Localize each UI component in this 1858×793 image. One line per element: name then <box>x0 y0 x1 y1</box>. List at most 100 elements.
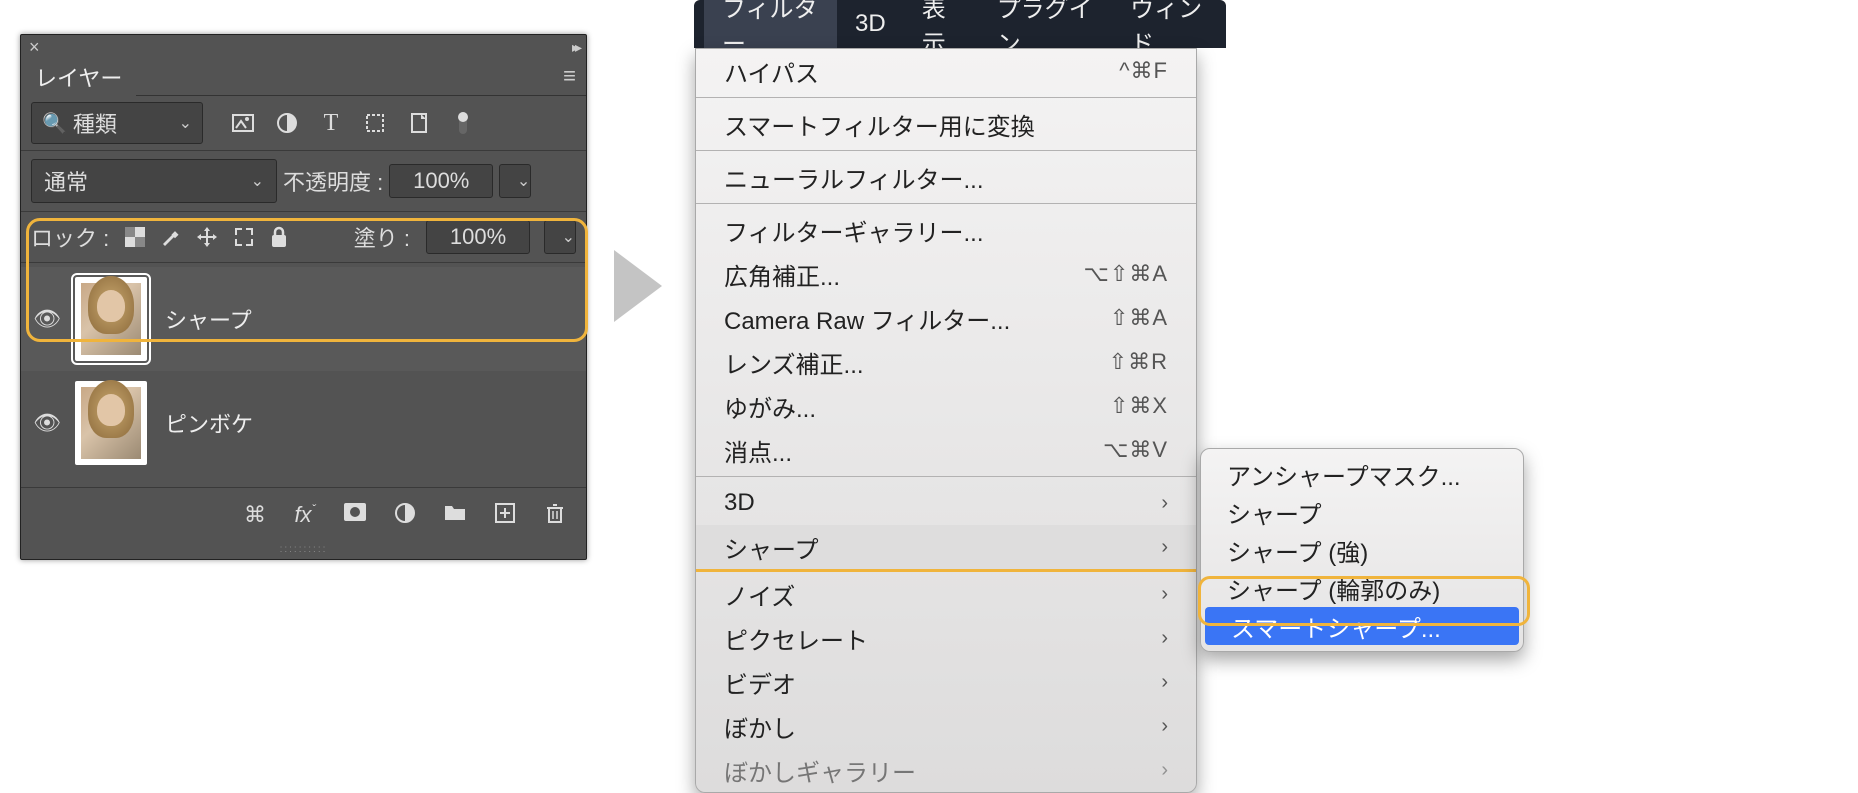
menu-item-label: ニューラルフィルター... <box>724 160 984 195</box>
new-layer-icon[interactable] <box>492 502 518 528</box>
delete-icon[interactable] <box>542 502 568 528</box>
chevron-down-icon: ⌄ <box>179 113 192 133</box>
filter-smart-icon[interactable] <box>407 111 431 135</box>
submenu-item[interactable]: シャープ <box>1201 493 1523 531</box>
submenu-item[interactable]: アンシャープマスク... <box>1201 455 1523 493</box>
menu-item-convert-smart[interactable]: スマートフィルター用に変換 <box>696 102 1196 146</box>
menu-shortcut: ⌥⇧⌘A <box>1084 261 1168 287</box>
opacity-value: 100% <box>413 168 469 194</box>
menu-item-label: スマートフィルター用に変換 <box>724 107 1035 142</box>
menu-item[interactable]: 消点... ⌥⌘V <box>696 428 1196 472</box>
layers-panel: × ▸▸ レイヤー ≡ 🔍 種類 ⌄ T 通常 ⌄ 不透明度 : 100% ⌄ <box>20 34 587 560</box>
menu-item-submenu[interactable]: ぼかしギャラリー › <box>696 748 1196 792</box>
menu-item-label: ハイパス <box>724 54 819 89</box>
submenu-item[interactable]: シャープ (強) <box>1201 531 1523 569</box>
fill-dropdown-button[interactable]: ⌄ <box>544 220 576 254</box>
menu-item-submenu[interactable]: 3D › <box>696 481 1196 525</box>
chevron-right-icon: › <box>1161 715 1168 738</box>
menu-item-sharpen[interactable]: シャープ › <box>696 525 1196 569</box>
submenu-item-smart-sharpen[interactable]: スマートシャープ... <box>1205 607 1519 645</box>
menu-item[interactable]: ゆがみ... ⇧⌘X <box>696 384 1196 428</box>
chevron-right-icon: › <box>1161 759 1168 782</box>
mask-icon[interactable] <box>342 502 368 528</box>
layer-row[interactable]: 👁 シャープ <box>21 267 586 371</box>
menu-item-label: シャープ (輪郭のみ) <box>1227 571 1440 606</box>
blend-mode-select[interactable]: 通常 ⌄ <box>31 159 277 203</box>
visibility-icon[interactable]: 👁 <box>33 410 57 436</box>
layer-filter-icons: T <box>231 111 475 135</box>
opacity-input[interactable]: 100% <box>389 164 493 198</box>
tab-layers[interactable]: レイヤー <box>21 53 136 101</box>
submenu-item[interactable]: シャープ (輪郭のみ) <box>1201 569 1523 607</box>
group-icon[interactable] <box>442 502 468 528</box>
layer-kind-select[interactable]: 🔍 種類 ⌄ <box>31 102 203 144</box>
menu-shortcut: ^⌘F <box>1119 58 1168 84</box>
menu-separator <box>696 97 1196 98</box>
lock-transparency-icon[interactable] <box>125 227 145 247</box>
adjustment-icon[interactable] <box>392 502 418 528</box>
menu-item-last-filter[interactable]: ハイパス ^⌘F <box>696 49 1196 93</box>
chevron-right-icon: › <box>1161 536 1168 559</box>
lock-move-icon[interactable] <box>195 225 219 249</box>
menu-item-neural[interactable]: ニューラルフィルター... <box>696 155 1196 199</box>
layer-list: 👁 シャープ 👁 ピンボケ <box>21 263 586 487</box>
layer-thumbnail[interactable] <box>75 381 147 465</box>
menu-item-label: スマートシャープ... <box>1231 609 1441 644</box>
arrow-icon <box>614 250 662 322</box>
menu-item-label: Camera Raw フィルター... <box>724 301 1010 336</box>
fill-input[interactable]: 100% <box>426 220 530 254</box>
filter-dropdown: ハイパス ^⌘F スマートフィルター用に変換 ニューラルフィルター... フィル… <box>695 48 1197 793</box>
menu-separator <box>696 150 1196 151</box>
menu-item-label: ぼかし <box>724 709 796 744</box>
menu-item-label: 消点... <box>724 433 792 468</box>
menu-separator <box>696 203 1196 204</box>
menu-shortcut: ⇧⌘X <box>1110 393 1168 419</box>
menu-item-submenu[interactable]: ビデオ › <box>696 660 1196 704</box>
panel-tabs: レイヤー ≡ <box>21 53 586 96</box>
filter-toggle[interactable] <box>451 111 475 135</box>
menu-item-label: ゆがみ... <box>724 389 816 424</box>
chevron-down-icon: ⌄ <box>562 227 575 247</box>
chevron-down-icon: ⌄ <box>517 171 530 191</box>
filter-pixel-icon[interactable] <box>231 111 255 135</box>
menu-item-label: ノイズ <box>724 577 795 612</box>
chevron-right-icon: › <box>1161 583 1168 606</box>
chevron-down-icon: ⌄ <box>251 171 264 191</box>
menu-item-label: アンシャープマスク... <box>1227 457 1461 492</box>
menu-item-submenu[interactable]: ピクセレート › <box>696 616 1196 660</box>
menu-item-label: シャープ <box>1227 495 1322 530</box>
layer-name[interactable]: ピンボケ <box>165 407 253 439</box>
link-layers-icon[interactable]: ⌘ <box>242 502 268 528</box>
visibility-icon[interactable]: 👁 <box>33 306 57 332</box>
menu-item[interactable]: フィルターギャラリー... <box>696 208 1196 252</box>
fx-icon[interactable]: fxˇ <box>292 502 318 528</box>
menu-item-submenu[interactable]: ノイズ › <box>696 572 1196 616</box>
menu-item-label: シャープ (強) <box>1227 533 1368 568</box>
menubar: フィルター 3D 表示 プラグイン ウィンド <box>694 0 1226 48</box>
search-icon: 🔍 <box>42 111 67 136</box>
menu-3d[interactable]: 3D <box>837 4 904 44</box>
filter-shape-icon[interactable] <box>363 111 387 135</box>
lock-all-icon[interactable] <box>269 226 289 248</box>
menu-item-label: 3D <box>724 489 755 517</box>
menu-item[interactable]: レンズ補正... ⇧⌘R <box>696 340 1196 384</box>
layer-thumbnail[interactable] <box>75 277 147 361</box>
sharpen-submenu: アンシャープマスク... シャープ シャープ (強) シャープ (輪郭のみ) ス… <box>1200 448 1524 652</box>
menu-item-label: ぼかしギャラリー <box>724 753 916 788</box>
layer-name[interactable]: シャープ <box>165 303 252 335</box>
lock-artboard-icon[interactable] <box>233 226 255 248</box>
menu-separator <box>696 476 1196 477</box>
fill-value: 100% <box>450 224 506 250</box>
layer-row[interactable]: 👁 ピンボケ <box>21 371 586 475</box>
menu-item-label: レンズ補正... <box>724 345 864 380</box>
filter-adjust-icon[interactable] <box>275 111 299 135</box>
opacity-dropdown-button[interactable]: ⌄ <box>499 164 531 198</box>
lock-paint-icon[interactable] <box>159 226 181 248</box>
fill-label: 塗り : <box>354 221 410 253</box>
panel-menu-icon[interactable]: ≡ <box>563 63 576 89</box>
menu-item-submenu[interactable]: ぼかし › <box>696 704 1196 748</box>
resize-grip[interactable]: :::::::::: <box>21 542 586 559</box>
menu-item[interactable]: Camera Raw フィルター... ⇧⌘A <box>696 296 1196 340</box>
filter-type-icon[interactable]: T <box>319 111 343 135</box>
menu-item[interactable]: 広角補正... ⌥⇧⌘A <box>696 252 1196 296</box>
